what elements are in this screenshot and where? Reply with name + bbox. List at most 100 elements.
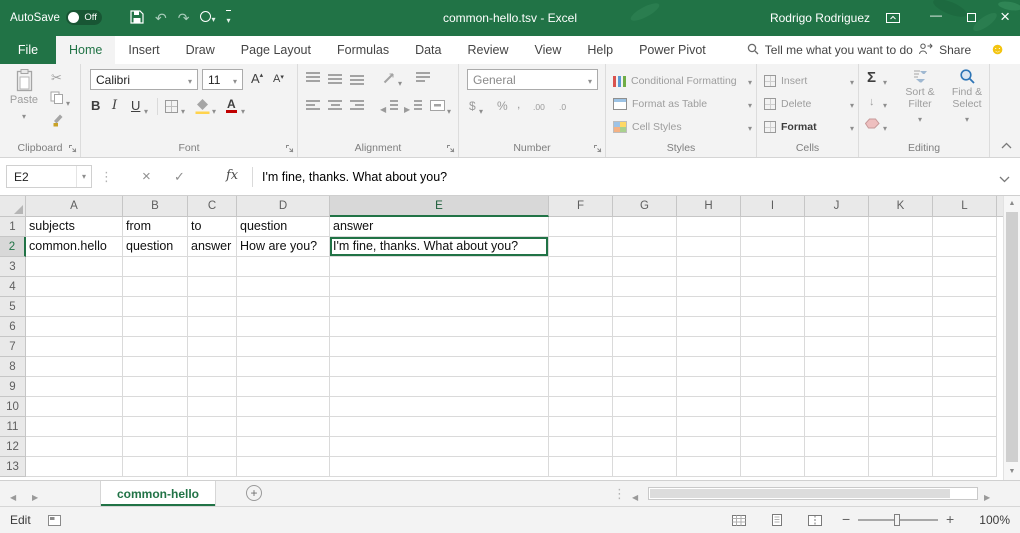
cell-B5[interactable] bbox=[123, 297, 188, 317]
row-header-11[interactable]: 11 bbox=[0, 417, 26, 437]
cell-L13[interactable] bbox=[933, 457, 997, 477]
cell-K12[interactable] bbox=[869, 437, 933, 457]
select-all-button[interactable] bbox=[0, 196, 26, 217]
cell-E6[interactable] bbox=[330, 317, 549, 337]
cell-I12[interactable] bbox=[741, 437, 805, 457]
cell-G4[interactable] bbox=[613, 277, 677, 297]
cell-K2[interactable] bbox=[869, 237, 933, 257]
cell-G3[interactable] bbox=[613, 257, 677, 277]
cell-A9[interactable] bbox=[26, 377, 123, 397]
cell-C4[interactable] bbox=[188, 277, 237, 297]
font-name-combo[interactable]: Calibri bbox=[90, 69, 198, 90]
column-header-F[interactable]: F bbox=[549, 196, 613, 217]
tab-file[interactable]: File bbox=[0, 36, 56, 64]
cell-J11[interactable] bbox=[805, 417, 869, 437]
cell-H11[interactable] bbox=[677, 417, 741, 437]
italic-button[interactable]: I bbox=[112, 98, 117, 113]
paste-dropdown[interactable] bbox=[22, 108, 26, 122]
delete-cells-button[interactable]: Delete bbox=[764, 94, 854, 114]
column-header-G[interactable]: G bbox=[613, 196, 677, 217]
cell-I11[interactable] bbox=[741, 417, 805, 437]
expand-formula-bar-icon[interactable] bbox=[999, 172, 1010, 186]
cell-D9[interactable] bbox=[237, 377, 330, 397]
share-button[interactable]: Share bbox=[918, 36, 989, 64]
cell-G1[interactable] bbox=[613, 217, 677, 237]
cell-K6[interactable] bbox=[869, 317, 933, 337]
tell-me-box[interactable]: Tell me what you want to do bbox=[747, 36, 913, 64]
cell-H9[interactable] bbox=[677, 377, 741, 397]
cell-J12[interactable] bbox=[805, 437, 869, 457]
percent-style-icon[interactable]: % bbox=[497, 99, 508, 113]
column-header-J[interactable]: J bbox=[805, 196, 869, 217]
cell-L10[interactable] bbox=[933, 397, 997, 417]
cell-A11[interactable] bbox=[26, 417, 123, 437]
row-header-3[interactable]: 3 bbox=[0, 257, 26, 277]
prev-sheet-icon[interactable] bbox=[10, 489, 16, 503]
tab-insert[interactable]: Insert bbox=[115, 36, 172, 64]
cell-E5[interactable] bbox=[330, 297, 549, 317]
cell-F9[interactable] bbox=[549, 377, 613, 397]
cell-G10[interactable] bbox=[613, 397, 677, 417]
tab-view[interactable]: View bbox=[521, 36, 574, 64]
cell-E1[interactable]: answer bbox=[330, 217, 549, 237]
tab-page-layout[interactable]: Page Layout bbox=[228, 36, 324, 64]
column-header-I[interactable]: I bbox=[741, 196, 805, 217]
hscroll-right-icon[interactable] bbox=[984, 489, 990, 503]
cell-K11[interactable] bbox=[869, 417, 933, 437]
fill-color-icon[interactable] bbox=[195, 98, 210, 117]
autosum-icon[interactable]: Σ bbox=[867, 70, 876, 85]
cell-J10[interactable] bbox=[805, 397, 869, 417]
next-sheet-icon[interactable] bbox=[32, 489, 38, 503]
macro-record-icon[interactable] bbox=[48, 515, 61, 529]
cell-H10[interactable] bbox=[677, 397, 741, 417]
font-color-icon[interactable]: A bbox=[226, 99, 237, 113]
clear-icon[interactable] bbox=[865, 118, 880, 132]
cell-A8[interactable] bbox=[26, 357, 123, 377]
cell-K10[interactable] bbox=[869, 397, 933, 417]
orientation-icon[interactable] bbox=[382, 71, 396, 88]
cell-D12[interactable] bbox=[237, 437, 330, 457]
cell-H12[interactable] bbox=[677, 437, 741, 457]
cell-L8[interactable] bbox=[933, 357, 997, 377]
font-dialog-launcher[interactable] bbox=[285, 144, 294, 153]
format-painter-icon[interactable] bbox=[51, 113, 64, 130]
cell-E3[interactable] bbox=[330, 257, 549, 277]
hscroll-left-icon[interactable] bbox=[632, 489, 638, 503]
cell-L5[interactable] bbox=[933, 297, 997, 317]
cell-B12[interactable] bbox=[123, 437, 188, 457]
clipboard-dialog-launcher[interactable] bbox=[68, 144, 77, 153]
cell-G6[interactable] bbox=[613, 317, 677, 337]
row-header-8[interactable]: 8 bbox=[0, 357, 26, 377]
format-as-table-dropdown[interactable] bbox=[748, 97, 752, 111]
tab-review[interactable]: Review bbox=[454, 36, 521, 64]
cell-J7[interactable] bbox=[805, 337, 869, 357]
cell-H5[interactable] bbox=[677, 297, 741, 317]
cell-C13[interactable] bbox=[188, 457, 237, 477]
cell-A5[interactable] bbox=[26, 297, 123, 317]
tab-formulas[interactable]: Formulas bbox=[324, 36, 402, 64]
vertical-scrollbar[interactable] bbox=[1003, 196, 1020, 480]
cell-D10[interactable] bbox=[237, 397, 330, 417]
cell-C11[interactable] bbox=[188, 417, 237, 437]
cell-C6[interactable] bbox=[188, 317, 237, 337]
zoom-level[interactable]: 100% bbox=[968, 513, 1010, 527]
cell-B3[interactable] bbox=[123, 257, 188, 277]
cell-I10[interactable] bbox=[741, 397, 805, 417]
clear-dropdown[interactable] bbox=[883, 120, 887, 134]
cell-F10[interactable] bbox=[549, 397, 613, 417]
cell-B1[interactable]: from bbox=[123, 217, 188, 237]
cell-E12[interactable] bbox=[330, 437, 549, 457]
cell-K4[interactable] bbox=[869, 277, 933, 297]
delete-cells-d ropdown[interactable] bbox=[850, 97, 854, 111]
cell-L9[interactable] bbox=[933, 377, 997, 397]
save-icon[interactable] bbox=[130, 10, 144, 27]
column-header-C[interactable]: C bbox=[188, 196, 237, 217]
cell-E11[interactable] bbox=[330, 417, 549, 437]
align-top-icon[interactable] bbox=[306, 72, 320, 85]
cell-F6[interactable] bbox=[549, 317, 613, 337]
horizontal-scrollbar[interactable] bbox=[648, 487, 978, 500]
increase-decimal-icon[interactable]: .00 bbox=[533, 102, 545, 112]
cell-K5[interactable] bbox=[869, 297, 933, 317]
cell-B13[interactable] bbox=[123, 457, 188, 477]
cut-icon[interactable] bbox=[51, 70, 62, 86]
